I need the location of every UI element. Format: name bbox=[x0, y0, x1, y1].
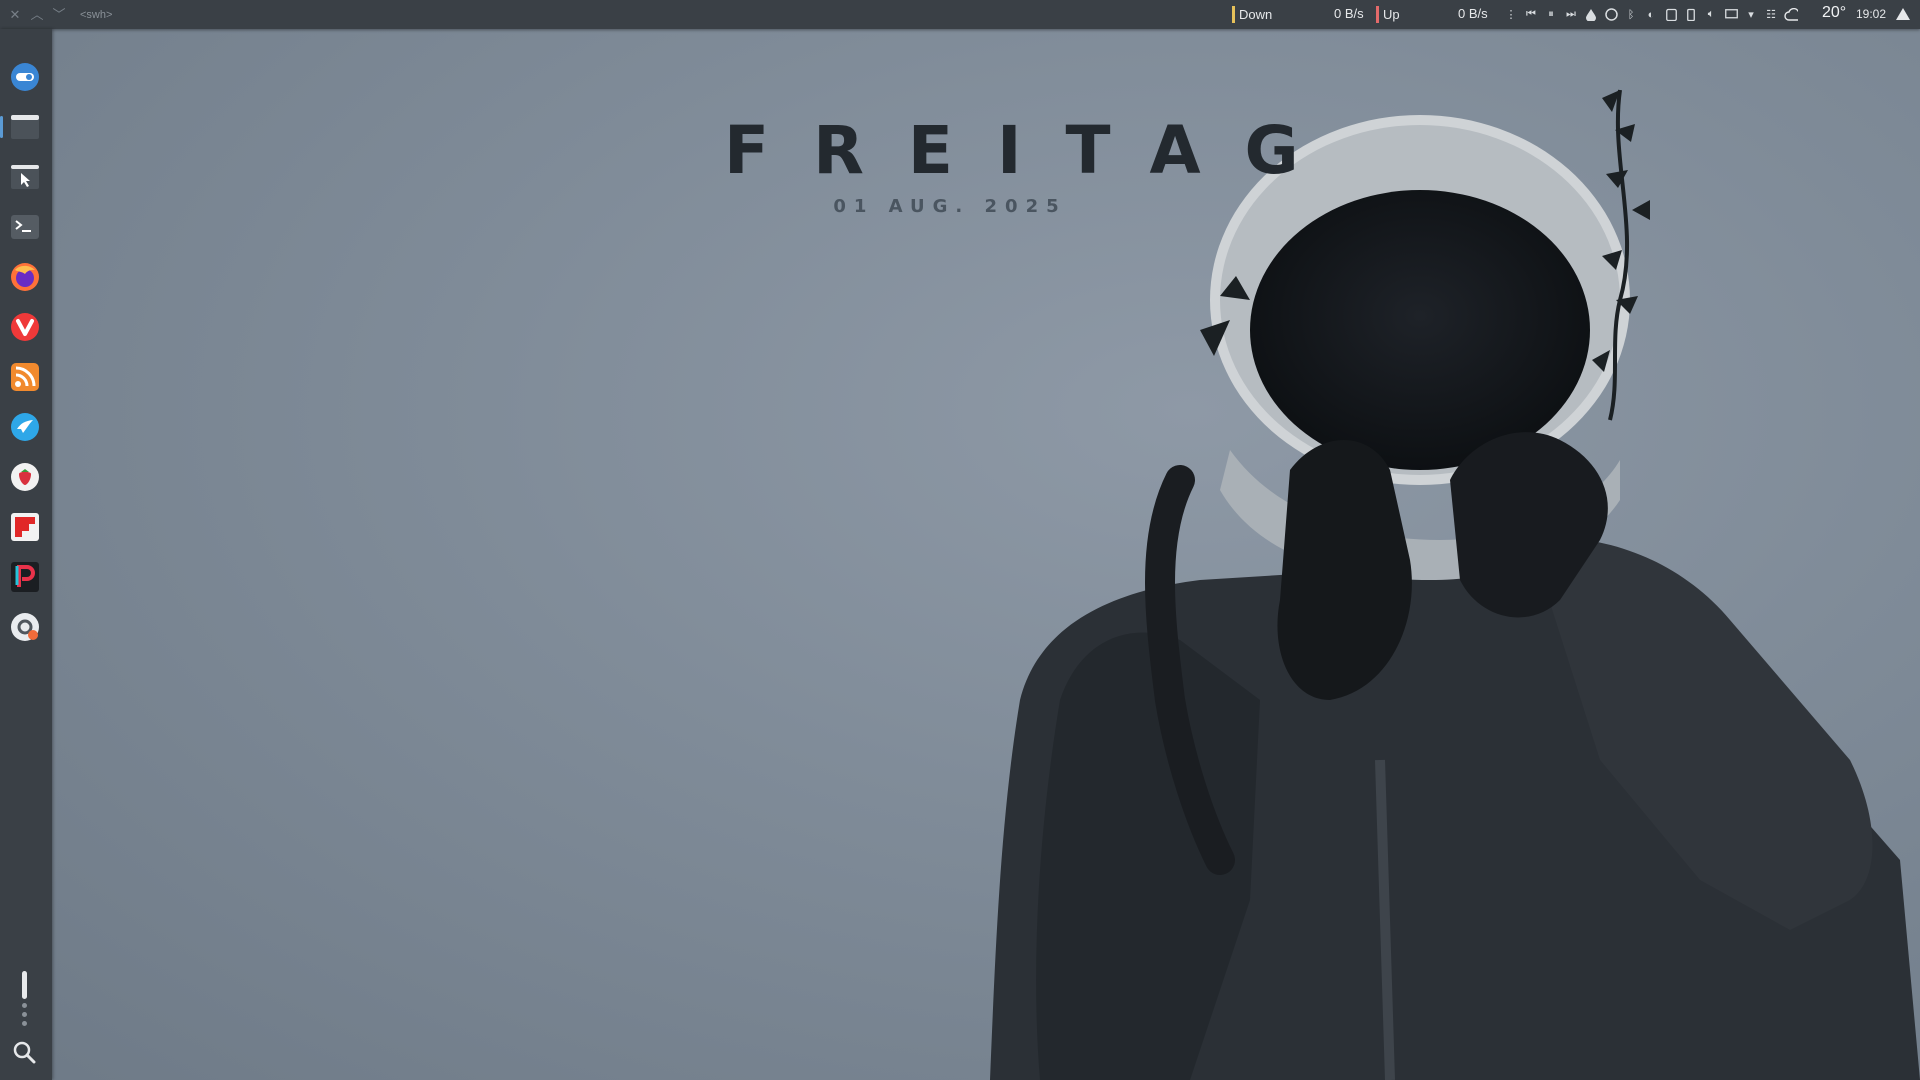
volume-icon[interactable]: 🔈︎ bbox=[1704, 8, 1718, 22]
strawberry-icon bbox=[11, 463, 39, 491]
dock-item-strawberry-music[interactable] bbox=[8, 460, 42, 494]
desktop-wallpaper: FREITAG 01 AUG. 2025 bbox=[0, 0, 1920, 1080]
system-tray: ⋮ ⏮ ⏸ ⏭ ᛒ ◐ 🔈︎ ▾ ☷ bbox=[1504, 0, 1798, 29]
battery-icon[interactable] bbox=[1684, 8, 1698, 22]
more-vertical-icon[interactable]: ⋮ bbox=[1504, 8, 1518, 22]
cloud-icon[interactable] bbox=[1784, 8, 1798, 22]
minimize-window-icon[interactable]: ﹀ bbox=[52, 7, 66, 22]
firefox-icon bbox=[11, 263, 39, 291]
toggle-icon bbox=[11, 63, 39, 91]
top-panel: ✕ ︿ ﹀ <swh> Down 0 B/s Up 0 B/s ⋮ ⏮ ⏸ ⏭ … bbox=[0, 0, 1920, 29]
net-up-indicator: Up bbox=[1376, 0, 1400, 29]
dock-item-file-manager-window[interactable] bbox=[8, 110, 42, 144]
dock-item-rss-reader[interactable] bbox=[8, 360, 42, 394]
active-window-title: <swh> bbox=[80, 8, 113, 21]
maximize-window-icon[interactable]: ︿ bbox=[30, 7, 44, 22]
net-up-label: Up bbox=[1383, 7, 1400, 22]
show-desktop-icon[interactable] bbox=[1896, 8, 1910, 23]
clipboard-icon[interactable] bbox=[1664, 8, 1678, 22]
rss-icon bbox=[11, 363, 39, 391]
dock-item-firefox[interactable] bbox=[8, 260, 42, 294]
workspace-dot[interactable] bbox=[22, 1003, 27, 1008]
dock-item-flipboard[interactable] bbox=[8, 510, 42, 544]
display-icon[interactable] bbox=[1724, 8, 1738, 22]
close-window-icon[interactable]: ✕ bbox=[8, 7, 22, 22]
workspace-pager[interactable] bbox=[22, 971, 28, 1030]
dock-item-toggle-app[interactable] bbox=[8, 60, 42, 94]
pause-icon[interactable]: ⏸ bbox=[1544, 8, 1558, 22]
grid-menu-icon[interactable]: ☷ bbox=[1764, 8, 1778, 22]
window-icon bbox=[11, 115, 39, 139]
down-bar bbox=[1232, 6, 1235, 23]
panel-clock[interactable]: 19:02 bbox=[1856, 7, 1886, 21]
disk-icon bbox=[11, 613, 39, 641]
window-controls: ✕ ︿ ﹀ <swh> bbox=[8, 0, 113, 29]
window-pointer-icon bbox=[11, 165, 39, 189]
bird-icon bbox=[11, 413, 39, 441]
flipboard-icon bbox=[11, 513, 39, 541]
night-color-icon[interactable]: ◐ bbox=[1644, 8, 1658, 22]
dock-item-disk-app[interactable] bbox=[8, 610, 42, 644]
clock-day-title: FREITAG bbox=[724, 112, 1343, 189]
workspace-dot[interactable] bbox=[22, 1021, 27, 1026]
bluetooth-icon[interactable]: ᛒ bbox=[1624, 8, 1638, 22]
terminal-icon bbox=[11, 215, 39, 239]
workspace-current[interactable] bbox=[22, 971, 27, 999]
weather-temperature[interactable]: 20° bbox=[1822, 4, 1846, 22]
up-bar bbox=[1376, 6, 1379, 23]
tray-expand-icon[interactable]: ▾ bbox=[1744, 8, 1758, 22]
droplet-icon[interactable] bbox=[1584, 8, 1598, 22]
active-window-indicator bbox=[0, 116, 3, 138]
dock-item-bird-app[interactable] bbox=[8, 410, 42, 444]
workspace-dot[interactable] bbox=[22, 1012, 27, 1017]
vivaldi-icon bbox=[11, 313, 39, 341]
net-up-value: 0 B/s bbox=[1458, 6, 1488, 21]
p-app-icon bbox=[11, 562, 39, 592]
dock-item-window-pointer[interactable] bbox=[8, 160, 42, 194]
clock-date-label: 01 AUG. 2025 bbox=[833, 196, 1067, 217]
app-dock bbox=[0, 29, 52, 1080]
dock-item-p-app[interactable] bbox=[8, 560, 42, 594]
net-down-value: 0 B/s bbox=[1334, 6, 1364, 21]
previous-track-icon[interactable]: ⏮ bbox=[1524, 8, 1538, 22]
search-icon bbox=[13, 1041, 36, 1064]
dock-item-vivaldi[interactable] bbox=[8, 310, 42, 344]
dock-search-button[interactable] bbox=[12, 1040, 36, 1069]
next-track-icon[interactable]: ⏭ bbox=[1564, 8, 1578, 22]
dock-item-terminal[interactable] bbox=[8, 210, 42, 244]
circle-icon[interactable] bbox=[1604, 8, 1618, 22]
net-down-label: Down bbox=[1239, 7, 1273, 22]
net-down-indicator: Down bbox=[1232, 0, 1272, 29]
